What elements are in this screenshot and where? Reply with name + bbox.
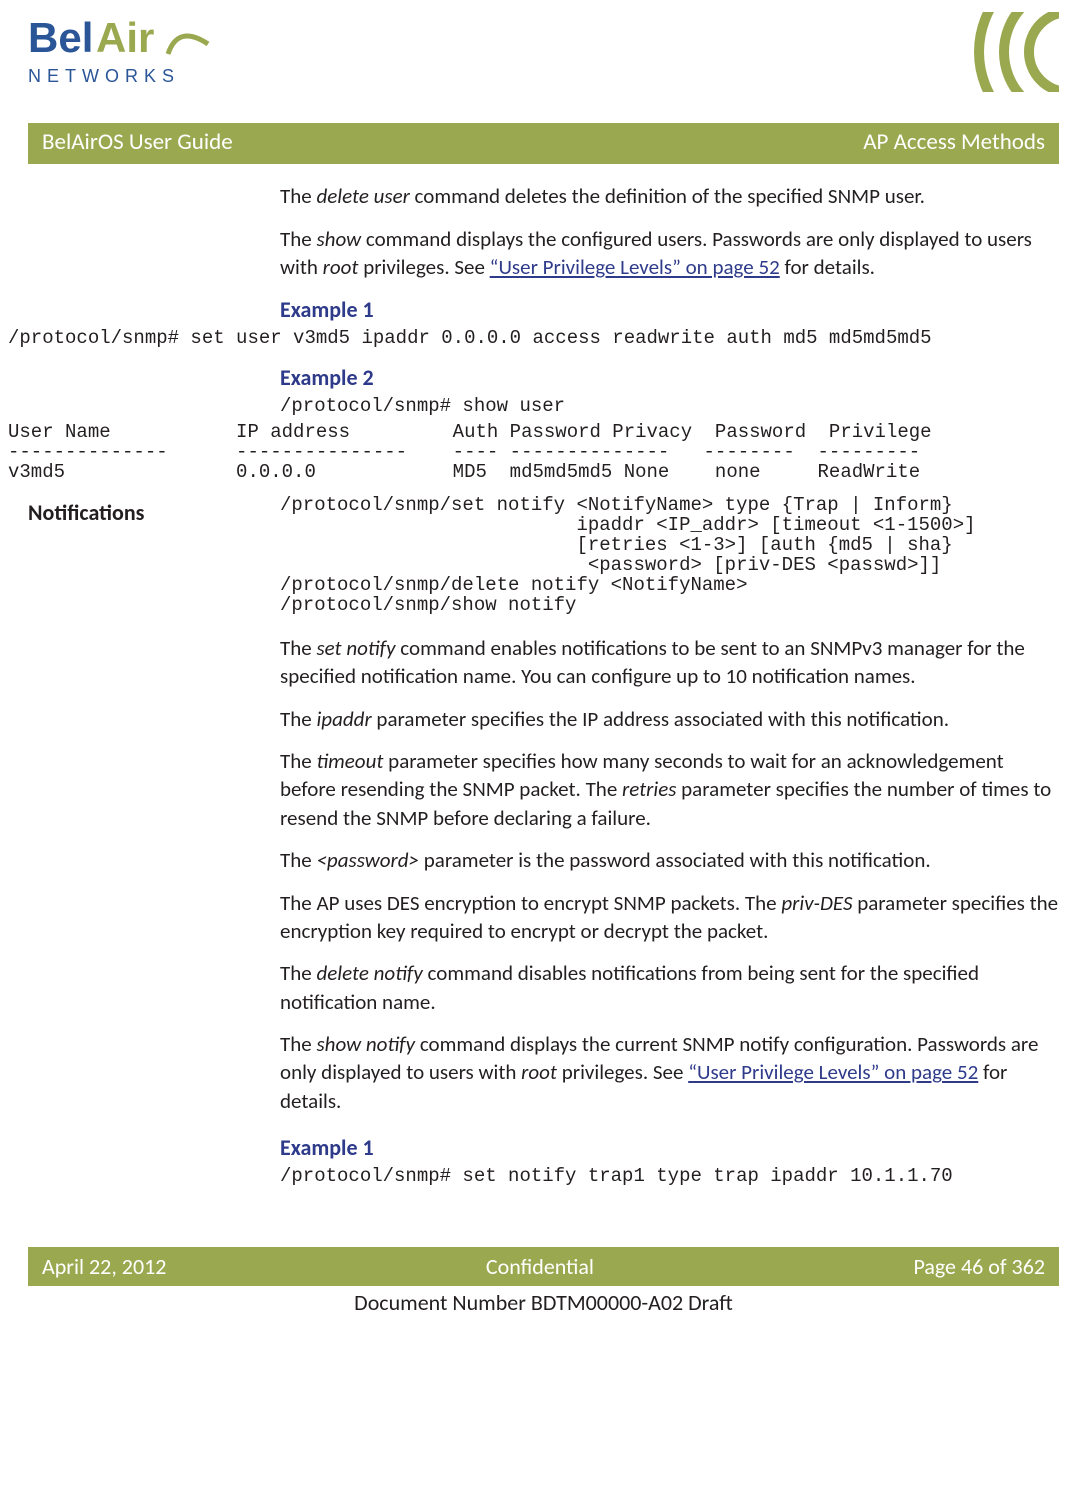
svg-text:Bel: Bel — [28, 14, 93, 61]
decorative-arc-icon — [859, 12, 1059, 92]
section-title: AP Access Methods — [863, 127, 1045, 158]
title-bar: BelAirOS User Guide AP Access Methods — [28, 123, 1059, 164]
svg-text:Air: Air — [96, 14, 154, 61]
code-block: /protocol/snmp# set user v3md5 ipaddr 0.… — [8, 329, 1079, 349]
paragraph: The set notify command enables notificat… — [280, 634, 1059, 691]
svg-text:NETWORKS: NETWORKS — [28, 66, 180, 86]
code-block: /protocol/snmp# show user — [280, 397, 1047, 417]
xref-link[interactable]: “User Privilege Levels” on page 52 — [688, 1059, 978, 1085]
paragraph: The delete user command deletes the defi… — [280, 182, 1047, 210]
footer-date: April 22, 2012 — [42, 1252, 166, 1282]
example-heading: Example 1 — [280, 295, 1047, 325]
paragraph: The delete notify command disables notif… — [280, 959, 1059, 1016]
footer-page: Page 46 of 362 — [913, 1252, 1045, 1282]
example-heading: Example 1 — [280, 1133, 1059, 1163]
footer-bar: April 22, 2012 Confidential Page 46 of 3… — [28, 1247, 1059, 1287]
paragraph: The ipaddr parameter specifies the IP ad… — [280, 705, 1059, 733]
paragraph: The timeout parameter specifies how many… — [280, 747, 1059, 832]
paragraph: The AP uses DES encryption to encrypt SN… — [280, 889, 1059, 946]
example-heading: Example 2 — [280, 363, 1047, 393]
code-block: /protocol/snmp# set notify trap1 type tr… — [280, 1167, 1059, 1187]
doc-number: Document Number BDTM00000-A02 Draft — [0, 1288, 1087, 1318]
brand-logo: Bel Air NETWORKS — [28, 12, 218, 99]
side-heading: Notifications — [28, 496, 280, 528]
paragraph: The <password> parameter is the password… — [280, 846, 1059, 874]
footer-confidential: Confidential — [486, 1252, 594, 1282]
doc-title: BelAirOS User Guide — [42, 127, 233, 158]
xref-link[interactable]: “User Privilege Levels” on page 52 — [490, 254, 780, 280]
code-output: User Name IP address Auth Password Priva… — [8, 423, 1079, 483]
paragraph: The show notify command displays the cur… — [280, 1030, 1059, 1115]
paragraph: The show command displays the configured… — [280, 225, 1047, 282]
syntax-block: /protocol/snmp/set notify <NotifyName> t… — [280, 496, 1059, 616]
